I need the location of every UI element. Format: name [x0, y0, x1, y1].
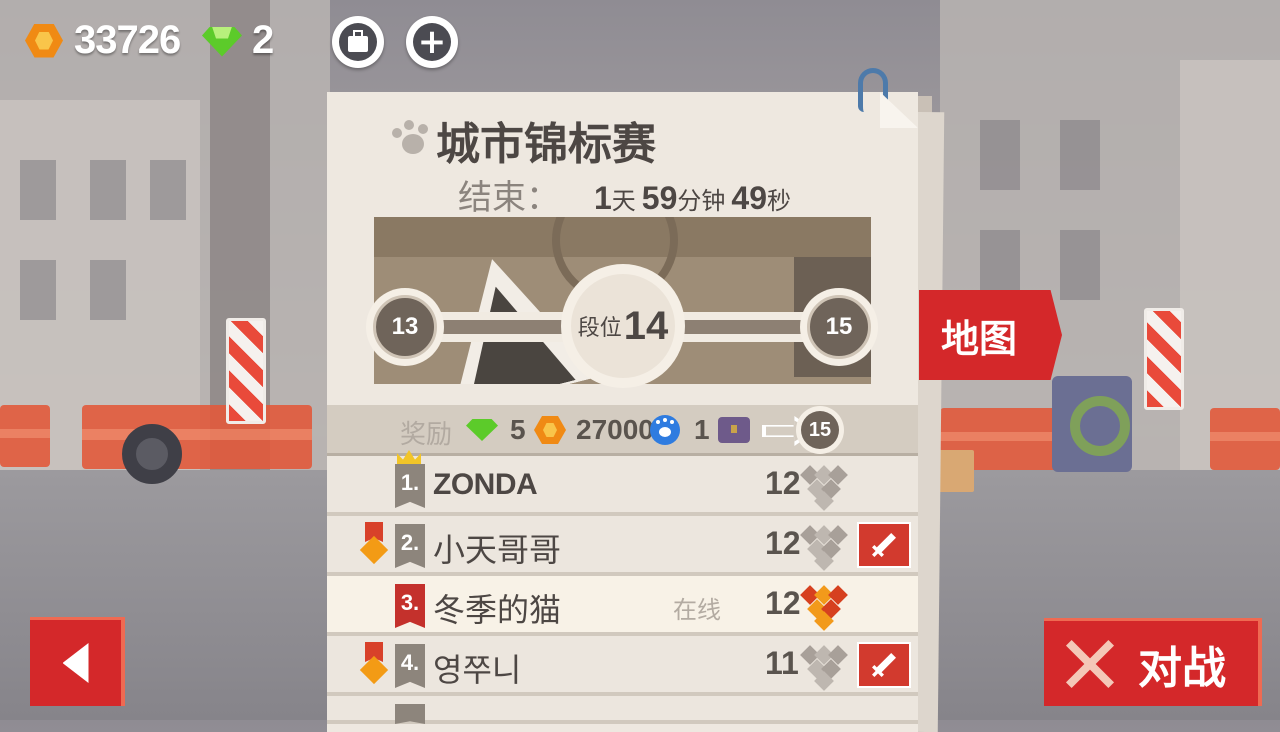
bag-icon	[339, 23, 377, 61]
reward-coins: 27000	[534, 412, 654, 448]
road-barrier	[82, 405, 312, 469]
gems-value: 2	[252, 18, 274, 62]
rank-badge: 2.	[395, 524, 425, 568]
attack-button[interactable]	[857, 522, 911, 568]
add-currency-button[interactable]: +	[406, 16, 458, 68]
leaderboard-row[interactable]: 2. 小天哥哥 12	[327, 516, 918, 576]
back-button[interactable]	[30, 617, 125, 706]
sword-icon	[872, 653, 896, 677]
map-button-label: 地图	[941, 316, 1018, 361]
leaderboard-row-self[interactable]: 3. 冬季的猫 在线 12	[327, 576, 918, 636]
player-score: 12	[765, 585, 801, 621]
window	[1060, 120, 1100, 190]
coins-counter: 33726	[22, 18, 181, 63]
rank-badge: 4.	[395, 644, 425, 688]
sword-icon	[872, 533, 896, 557]
window	[20, 160, 56, 220]
player-score: 12	[765, 465, 801, 501]
level-node-prev: 13	[366, 288, 444, 366]
rewards-label: 奖励	[400, 420, 453, 450]
reward-next-level-value: 15	[801, 411, 839, 449]
timer-seconds-unit: 秒	[766, 187, 791, 215]
countdown-timer: 结束： 1 天 59 分钟 49 秒	[458, 170, 797, 219]
tournament-title: 城市锦标赛	[436, 119, 656, 170]
timer-label: 结束：	[458, 178, 560, 218]
rank-badge: 3.	[395, 584, 425, 628]
rank-badge: 1.	[395, 464, 425, 508]
reward-paws: 1	[650, 412, 710, 448]
medal-icon	[359, 642, 389, 686]
battle-button[interactable]: 对战	[1044, 618, 1262, 706]
window	[150, 160, 186, 220]
current-level-label: 段位	[577, 316, 622, 341]
player-score: 12	[765, 525, 801, 561]
league-icon	[799, 524, 848, 571]
gem-icon	[466, 417, 498, 443]
striped-pole	[226, 318, 266, 424]
rank-badge	[395, 704, 425, 724]
player-score: 11	[765, 645, 799, 681]
reward-paws-value: 1	[694, 414, 710, 445]
level-prev-value: 13	[373, 295, 437, 359]
league-icon	[799, 584, 848, 631]
gem-icon	[200, 21, 244, 61]
player-name: ZONDA	[433, 468, 538, 501]
online-status: 在线	[673, 596, 721, 624]
coins-value: 33726	[74, 18, 181, 62]
paw-token-icon	[650, 415, 680, 445]
level-next-value: 15	[807, 295, 871, 359]
gift-box	[938, 450, 974, 492]
window	[980, 230, 1020, 300]
timer-minutes-unit: 分钟	[677, 187, 726, 215]
league-icon	[799, 464, 848, 511]
player-name: 小天哥哥	[433, 531, 562, 569]
coin-icon	[534, 415, 566, 445]
paw-icon	[390, 120, 430, 160]
arrow-left-icon	[62, 643, 89, 683]
medal-icon	[359, 522, 389, 566]
timer-seconds: 49	[731, 180, 767, 216]
crossed-swords-icon	[1062, 636, 1118, 692]
striped-pole	[1144, 308, 1184, 410]
road-barrier	[0, 405, 50, 467]
attack-button[interactable]	[857, 642, 911, 688]
gems-counter: 2	[200, 18, 274, 63]
window	[980, 120, 1020, 190]
leaderboard-row[interactable]: 1. ZONDA 12	[327, 450, 918, 516]
inventory-button[interactable]	[332, 16, 384, 68]
timer-minutes: 59	[641, 180, 678, 216]
leaderboard-row[interactable]: 4. 영쭈니 11	[327, 636, 918, 696]
window	[20, 260, 56, 320]
chest-icon	[718, 417, 750, 443]
reward-next-level: 15	[796, 406, 844, 454]
plus-icon: +	[413, 23, 451, 61]
coin-icon	[22, 19, 66, 63]
league-icon	[799, 644, 848, 691]
reward-coins-value: 27000	[576, 414, 654, 445]
timer-days-unit: 天	[611, 187, 636, 215]
level-node-next: 15	[800, 288, 878, 366]
map-button[interactable]: 地图	[919, 290, 1062, 380]
window	[90, 160, 126, 220]
reward-gems: 5	[466, 412, 526, 448]
wreath	[1070, 396, 1130, 456]
player-name: 영쭈니	[433, 651, 522, 689]
timer-days: 1	[594, 180, 612, 216]
window	[90, 260, 126, 320]
tire	[122, 424, 182, 484]
reward-chest	[718, 412, 750, 448]
player-name: 冬季的猫	[433, 591, 562, 629]
battle-button-label: 对战	[1138, 642, 1226, 694]
window	[1060, 230, 1100, 300]
road-barrier	[1210, 408, 1280, 470]
reward-gems-value: 5	[510, 414, 526, 445]
level-node-current: 段位 14	[561, 264, 685, 388]
current-level-value: 14	[623, 303, 669, 348]
